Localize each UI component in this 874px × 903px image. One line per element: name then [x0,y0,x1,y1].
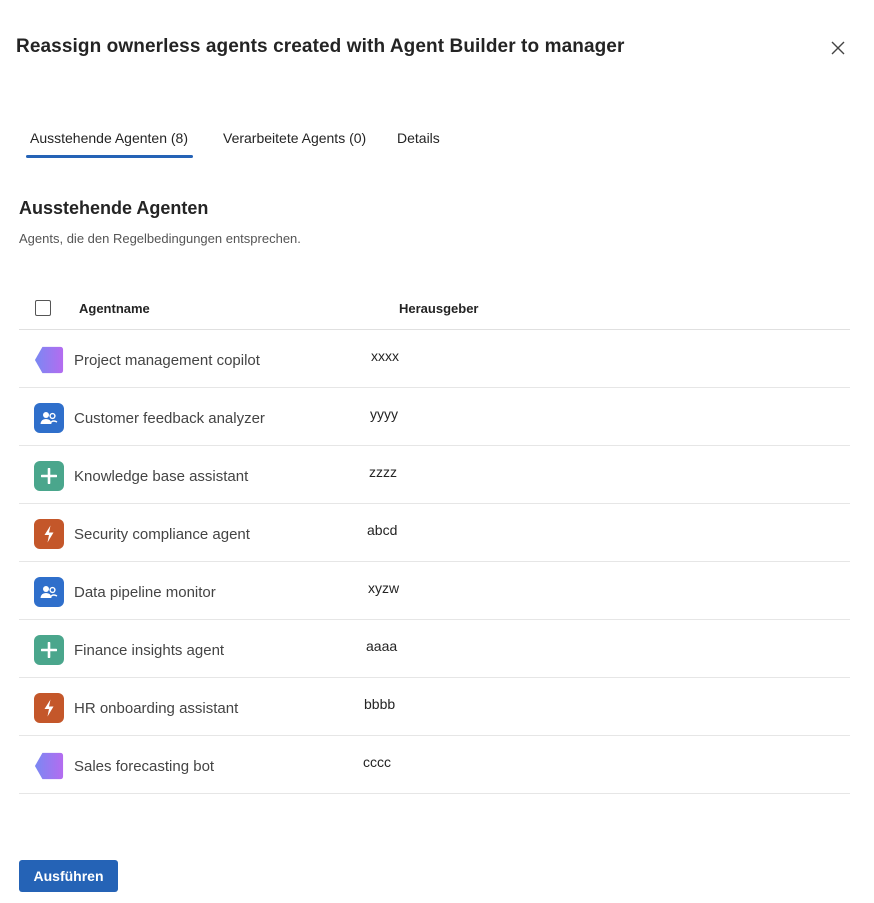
table-row[interactable]: Knowledge base assistant zzzz [19,446,850,504]
table-row[interactable]: Customer feedback analyzer yyyy [19,388,850,446]
orange-lightning-icon [34,693,64,723]
blue-people-icon [34,577,64,607]
section-subtitle: Agents, die den Regelbedingungen entspre… [19,231,301,246]
agent-name: Sales forecasting bot [74,758,215,775]
dialog-title: Reassign ownerless agents created with A… [16,36,625,57]
orange-lightning-icon [34,519,64,549]
agent-publisher: cccc [363,754,391,770]
tab-processed-agents[interactable]: Verarbeitete Agents (0) [223,130,366,146]
agent-publisher: xyzw [368,580,400,596]
agents-table: Agentname Herausgeber Project management… [19,288,850,794]
run-button[interactable]: Ausführen [19,860,118,892]
green-plus-icon [34,461,64,491]
table-row[interactable]: HR onboarding assistant bbbb [19,678,850,736]
agent-name: Security compliance agent [74,526,250,543]
agent-publisher: abcd [367,522,398,538]
table-row[interactable]: Project management copilot xxxx [19,330,850,388]
active-tab-indicator [26,155,193,158]
agent-publisher: xxxx [371,348,399,364]
purple-hexagon-icon [34,751,64,781]
table-row[interactable]: Security compliance agent abcd [19,504,850,562]
column-header-agentname[interactable]: Agentname [79,301,150,316]
agent-name: Customer feedback analyzer [74,410,265,427]
agent-name: Project management copilot [74,352,260,369]
agent-publisher: bbbb [364,696,396,712]
agent-name: Finance insights agent [74,642,225,659]
agent-publisher: zzzz [369,464,397,480]
agent-name: Data pipeline monitor [74,584,216,601]
blue-people-icon [34,403,64,433]
close-button[interactable] [828,38,848,58]
tab-pending-agents[interactable]: Ausstehende Agenten (8) [30,130,188,146]
agent-publisher: yyyy [370,406,398,422]
table-row[interactable]: Sales forecasting bot cccc [19,736,850,794]
agent-publisher: aaaa [366,638,398,654]
section-title: Ausstehende Agenten [19,198,209,218]
table-row[interactable]: Data pipeline monitor xyzw [19,562,850,620]
column-header-publisher[interactable]: Herausgeber [399,301,478,316]
purple-hexagon-icon [34,345,64,375]
green-plus-icon [34,635,64,665]
select-all-checkbox[interactable] [35,300,51,316]
table-header: Agentname Herausgeber [19,288,850,330]
table-row[interactable]: Finance insights agent aaaa [19,620,850,678]
tab-details[interactable]: Details [397,130,440,146]
agent-name: HR onboarding assistant [74,700,239,717]
agent-name: Knowledge base assistant [74,468,249,485]
close-icon [831,41,845,55]
